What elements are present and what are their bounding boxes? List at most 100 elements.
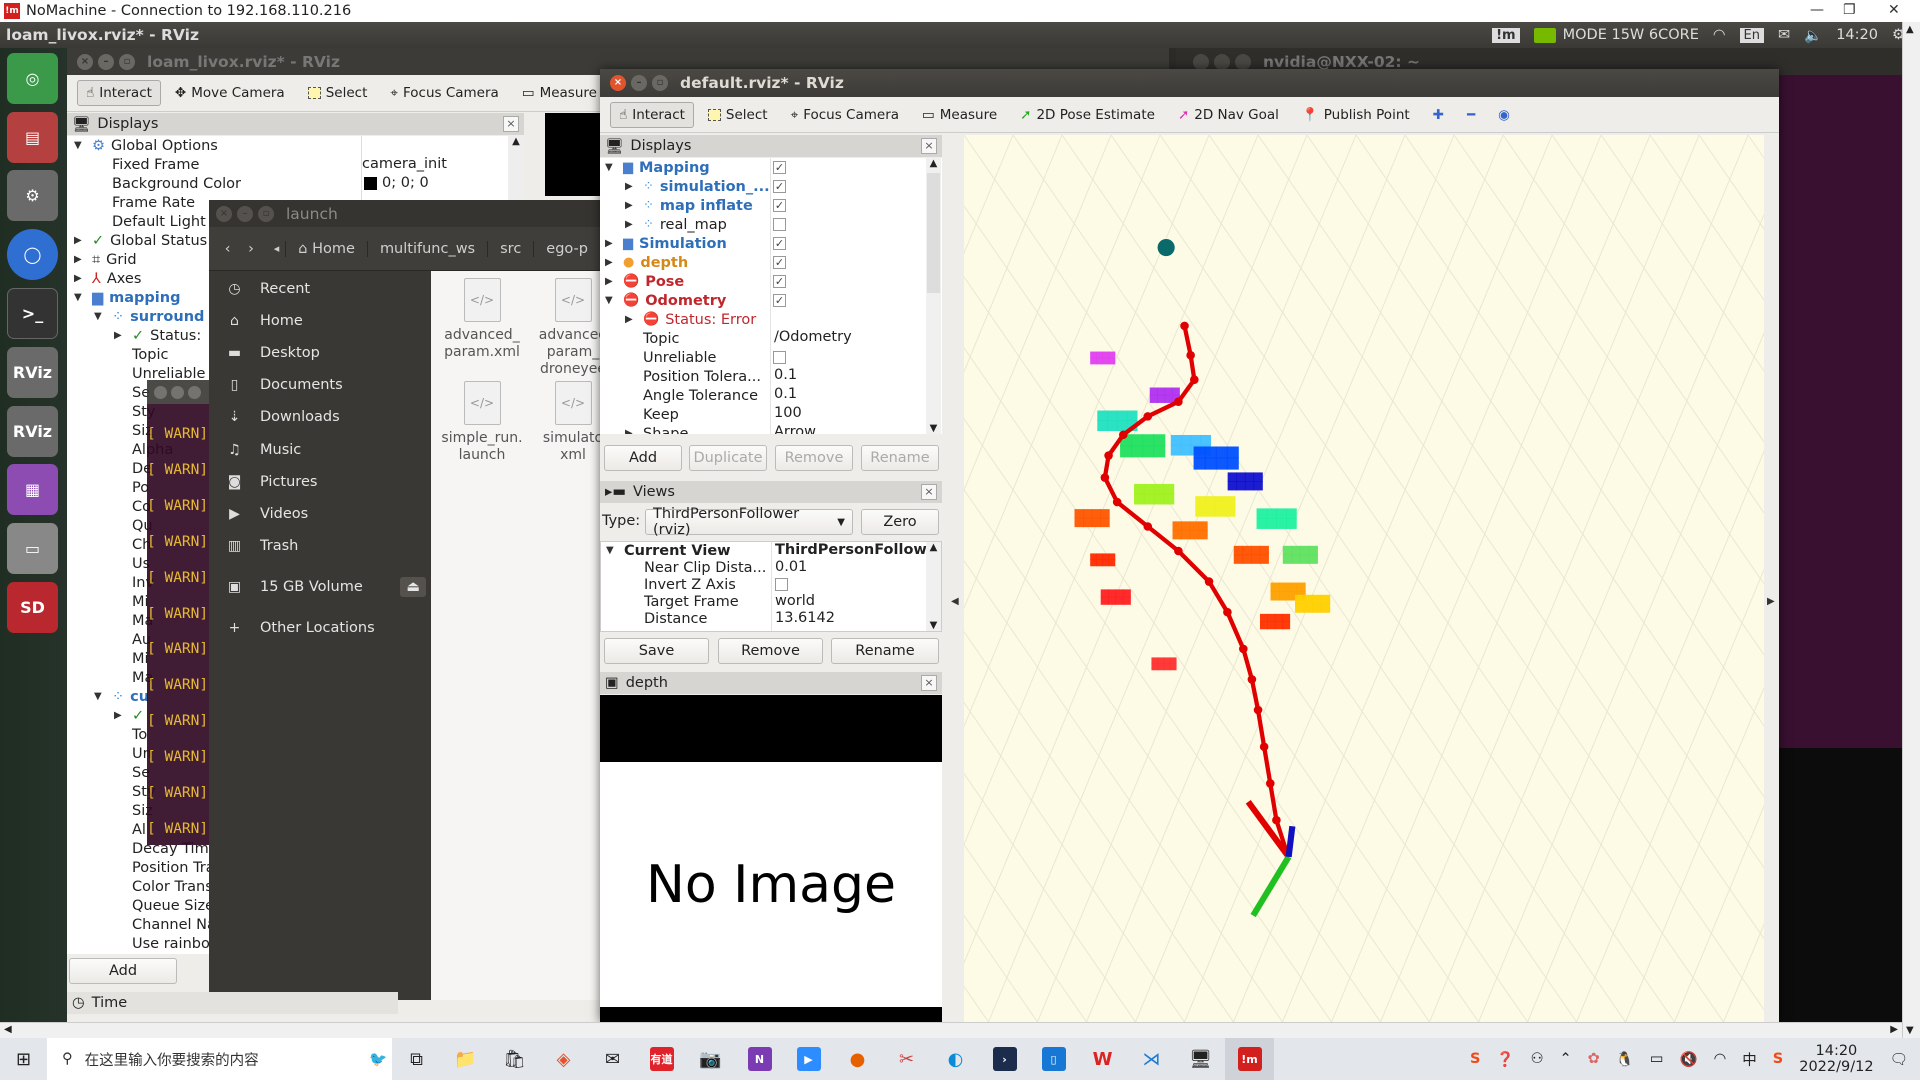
fixed-frame-value[interactable]: camera_init bbox=[362, 156, 447, 172]
sidebar-item-15-gb-volume[interactable]: ▣ 15 GB Volume ⏏ bbox=[209, 571, 431, 603]
camera-app-icon[interactable]: 📷 bbox=[686, 1038, 735, 1080]
ime-indicator[interactable]: 中 bbox=[1742, 1049, 1757, 1070]
maximize-icon[interactable] bbox=[188, 385, 201, 399]
enable-checkbox[interactable] bbox=[773, 351, 786, 364]
maximize-icon[interactable]: ▫ bbox=[119, 53, 135, 70]
remove-view-button[interactable]: Remove bbox=[718, 638, 823, 664]
add-button[interactable]: Add bbox=[604, 445, 682, 471]
task-view-icon[interactable]: ⧉ bbox=[392, 1038, 441, 1080]
expand-arrow-icon[interactable]: ▶ bbox=[625, 200, 637, 211]
tool-2d-nav-goal[interactable]: ➚ 2D Nav Goal bbox=[1169, 102, 1288, 128]
launcher-terminal-icon[interactable]: >_ bbox=[7, 288, 58, 339]
expand-arrow-icon[interactable]: ▶ bbox=[114, 330, 126, 341]
tool-properties-button[interactable]: ◉ bbox=[1489, 102, 1519, 128]
close-icon[interactable]: × bbox=[77, 53, 93, 70]
file-item[interactable]: </> advanced_ param.xml bbox=[438, 278, 526, 361]
store-icon[interactable]: 🛍 bbox=[490, 1038, 539, 1080]
invert-z-checkbox[interactable] bbox=[775, 578, 788, 591]
file-item[interactable]: </> simulato xml bbox=[529, 381, 600, 464]
add-display-button[interactable]: Add bbox=[69, 958, 177, 984]
display-item[interactable]: ▼ ▆ Mapping bbox=[605, 158, 710, 177]
tool-interact[interactable]: ☝ Interact bbox=[610, 101, 694, 128]
volume-icon[interactable]: 🔈 bbox=[1804, 27, 1822, 44]
sidebar-item-trash[interactable]: ▥ Trash bbox=[209, 530, 431, 562]
expand-arrow-icon[interactable]: ▼ bbox=[94, 311, 106, 322]
expand-arrow-icon[interactable]: ▶ bbox=[625, 219, 637, 230]
start-button[interactable]: ⊞ bbox=[0, 1038, 47, 1080]
forward-button[interactable]: › bbox=[239, 241, 262, 257]
display-item[interactable]: Unreliable bbox=[625, 348, 716, 367]
view-value[interactable]: world bbox=[775, 593, 815, 610]
maximize-icon[interactable] bbox=[1235, 53, 1251, 70]
launcher-ubuntu-dash-icon[interactable]: ◎ bbox=[7, 53, 58, 104]
terminal-right-body[interactable] bbox=[1779, 75, 1902, 748]
file-item[interactable]: </> simple_run. launch bbox=[438, 381, 526, 464]
display-tree-row[interactable]: Mi bbox=[114, 592, 149, 611]
display-tree-row[interactable]: ▼ ⁘ cu bbox=[94, 687, 149, 706]
display-tree-row[interactable]: Color Trans bbox=[114, 877, 213, 896]
sidebar-item-documents[interactable]: ▯ Documents bbox=[209, 369, 431, 401]
expand-arrow-icon[interactable]: ▼ bbox=[605, 162, 617, 173]
minimize-icon[interactable] bbox=[171, 385, 184, 399]
display-tree-row[interactable]: Co bbox=[114, 497, 151, 516]
minimize-button[interactable]: — bbox=[1810, 2, 1824, 18]
path-multifunc-ws[interactable]: multifunc_ws bbox=[366, 240, 487, 257]
file-item[interactable]: </> advancedparam_droneyee bbox=[529, 278, 600, 378]
display-tree-row[interactable]: Se bbox=[114, 383, 150, 402]
view-value[interactable]: 0.01 bbox=[775, 559, 807, 576]
display-item[interactable]: ▶ ● depth bbox=[605, 253, 688, 272]
expand-arrow-icon[interactable]: ▶ bbox=[625, 314, 637, 325]
scrollbar[interactable]: ▲ bbox=[508, 136, 524, 210]
mail-icon[interactable]: ✉ bbox=[1778, 27, 1790, 43]
enable-checkbox[interactable]: ✓ bbox=[773, 199, 786, 212]
enable-checkbox[interactable]: ✓ bbox=[773, 256, 786, 269]
view-property[interactable]: Near Clip Dista... bbox=[626, 559, 766, 576]
display-tree-row[interactable]: ▶ ⅄ Axes bbox=[74, 269, 141, 288]
display-tree-row[interactable]: ▶ ✓ Status: bbox=[114, 326, 201, 345]
expand-arrow-icon[interactable]: ▼ bbox=[74, 140, 86, 151]
close-icon[interactable]: × bbox=[610, 75, 626, 91]
display-tree-row[interactable]: ▼ ⚙ Global Options bbox=[74, 136, 218, 155]
display-tree-row[interactable]: Use rainbo bbox=[114, 934, 210, 953]
qq-icon[interactable]: 🐧 bbox=[1616, 1051, 1634, 1068]
view-value[interactable]: ThirdPersonFollow... bbox=[775, 542, 941, 559]
view-property[interactable]: ▼ Current View bbox=[606, 542, 731, 559]
sidebar-item-pictures[interactable]: ◙ Pictures bbox=[209, 466, 431, 498]
property-value[interactable]: 0.1 bbox=[774, 367, 797, 383]
expand-arrow-icon[interactable]: ▼ bbox=[94, 691, 106, 702]
view-value[interactable]: 13.6142 bbox=[775, 610, 835, 627]
nvidia-icon[interactable] bbox=[1533, 27, 1556, 43]
close-panel-button[interactable]: × bbox=[503, 116, 519, 132]
launcher-rviz-icon[interactable]: RViz bbox=[7, 347, 58, 398]
views-scrollbar[interactable]: ▲ ▼ bbox=[926, 542, 941, 631]
enable-checkbox[interactable]: ✓ bbox=[773, 275, 786, 288]
display-tree-row[interactable]: Channel Na bbox=[114, 915, 216, 934]
show-hidden-icons[interactable]: ⌃ bbox=[1559, 1051, 1571, 1067]
enable-checkbox[interactable]: ✓ bbox=[773, 180, 786, 193]
expand-arrow-icon[interactable]: ▶ bbox=[605, 257, 617, 268]
launcher-workspaces-icon[interactable]: ▦ bbox=[7, 464, 58, 515]
collapse-right-handle[interactable]: ▶ bbox=[1767, 596, 1775, 607]
tool-move-camera[interactable]: ✥ Move Camera bbox=[166, 80, 294, 106]
path-src[interactable]: src bbox=[487, 240, 533, 257]
network-icon[interactable]: ◠ bbox=[1714, 1051, 1727, 1067]
display-tree-row[interactable]: Default Light bbox=[94, 212, 206, 231]
display-tree-row[interactable]: ▼ ⁘ surround bbox=[94, 307, 204, 326]
tool-focus-camera[interactable]: ⌖ Focus Camera bbox=[381, 80, 507, 106]
expand-arrow-icon[interactable]: ▶ bbox=[74, 254, 86, 265]
tool-interact[interactable]: ☝ Interact bbox=[77, 80, 161, 106]
sidebar-item-music[interactable]: ♫ Music bbox=[209, 434, 431, 466]
sidebar-item-home[interactable]: ⌂ Home bbox=[209, 305, 431, 337]
remove-tool-button[interactable]: ━ bbox=[1458, 102, 1484, 128]
display-item[interactable]: ▶ ⁘ simulation_... bbox=[625, 177, 770, 196]
view-property[interactable]: Distance bbox=[626, 610, 707, 627]
restore-button[interactable]: ❐ bbox=[1843, 2, 1856, 18]
expand-arrow-icon[interactable]: ▼ bbox=[605, 295, 617, 306]
launcher-settings-icon[interactable]: ⚙ bbox=[7, 170, 58, 221]
minimize-icon[interactable]: – bbox=[237, 205, 253, 222]
battery-icon[interactable]: ▭ bbox=[1650, 1051, 1664, 1067]
expand-arrow-icon[interactable]: ▶ bbox=[625, 181, 637, 192]
close-icon[interactable] bbox=[154, 385, 167, 399]
rename-view-button[interactable]: Rename bbox=[831, 638, 939, 664]
taskbar-clock[interactable]: 14:20 2022/9/12 bbox=[1799, 1043, 1873, 1075]
